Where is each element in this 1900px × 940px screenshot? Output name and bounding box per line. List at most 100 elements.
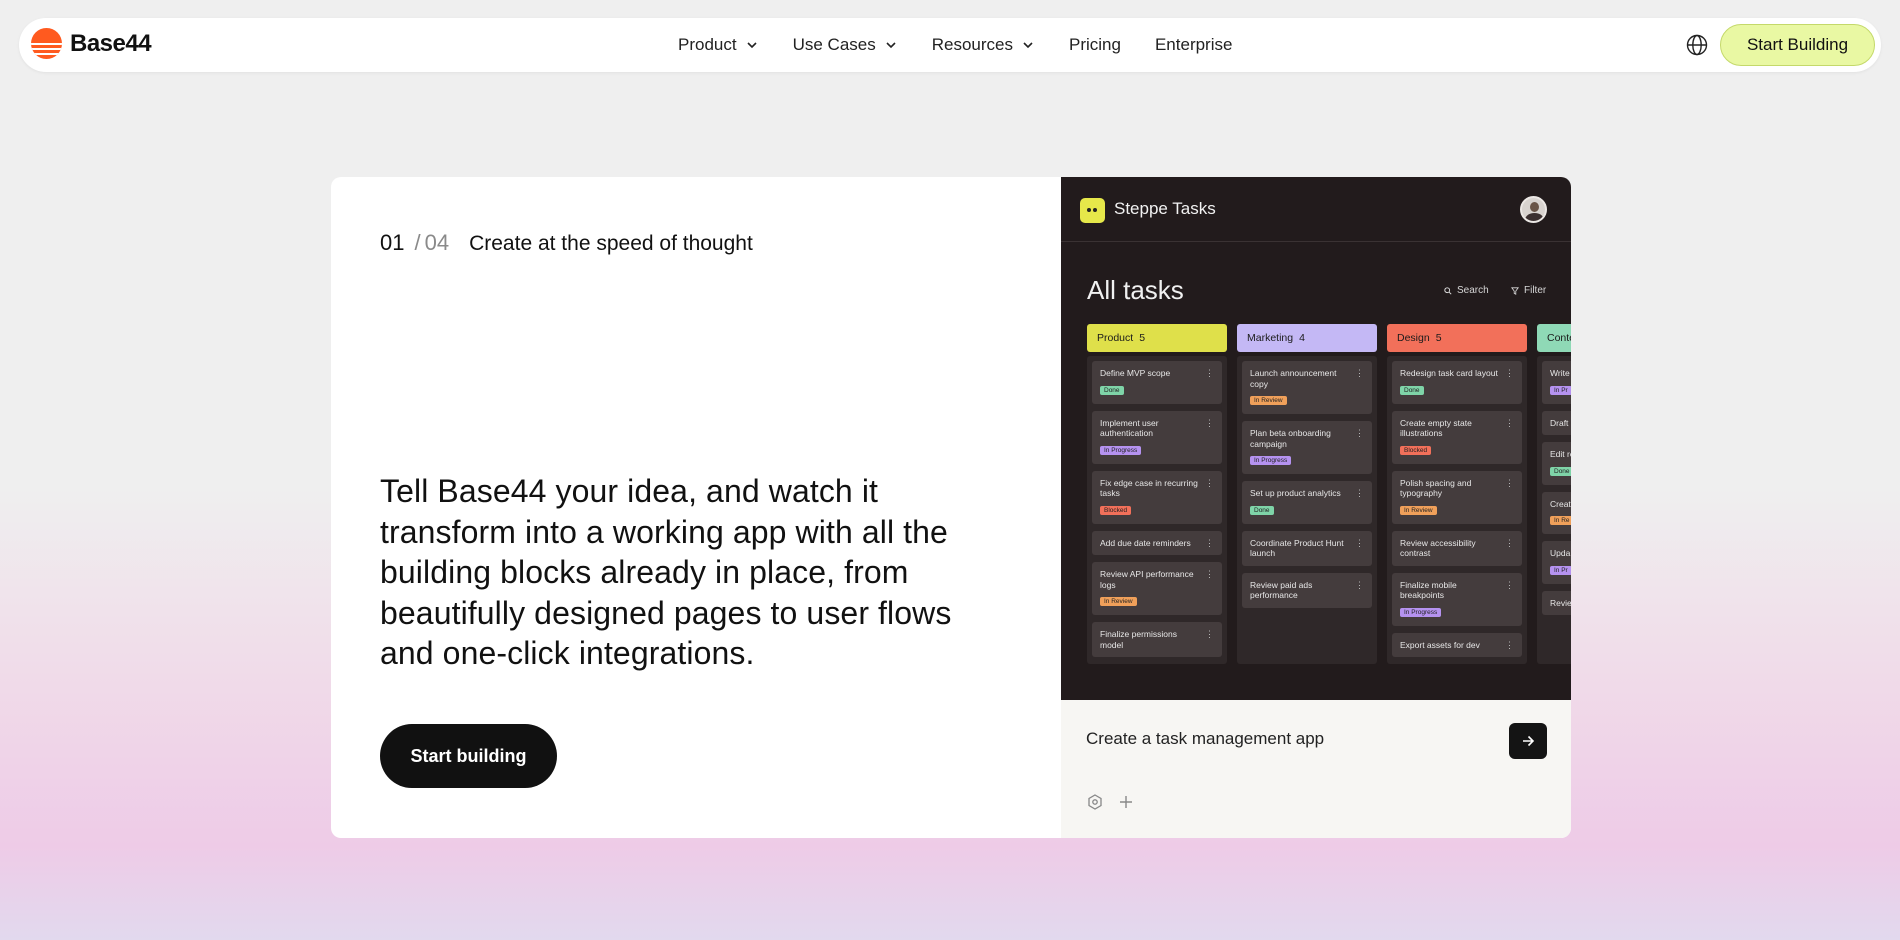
chevron-down-icon [886,42,896,49]
task-card[interactable]: Revie⋮ [1542,590,1571,615]
task-card[interactable]: Review paid ads performance ⋮ [1242,572,1372,608]
column-header[interactable]: Conte [1537,324,1571,352]
nav-enterprise[interactable]: Enterprise [1155,35,1232,55]
task-card[interactable]: Fix edge case in recurring tasks ⋮ Blocked [1092,470,1222,524]
status-badge: Blocked [1100,505,1132,515]
nav-resources[interactable]: Resources [932,35,1035,55]
more-vertical-icon[interactable]: ⋮ [1355,488,1364,498]
more-vertical-icon[interactable]: ⋮ [1205,629,1214,639]
step-total: 04 [424,230,450,255]
filter-button[interactable]: Filter [1511,285,1546,296]
task-card[interactable]: Coordinate Product Hunt launch ⋮ [1242,530,1372,566]
more-vertical-icon[interactable]: ⋮ [1205,418,1214,428]
status-badge: Done [1550,466,1571,476]
chevron-down-icon [1023,42,1033,49]
more-vertical-icon[interactable]: ⋮ [1505,368,1514,378]
task-card[interactable]: Set up product analytics ⋮ Done [1242,481,1372,524]
task-title: Review paid ads performance [1250,579,1313,601]
task-title: Redesign task card layout [1400,368,1498,378]
status-badge: In Progress [1250,456,1292,465]
task-card[interactable]: Define MVP scope ⋮ Done [1092,361,1222,404]
more-vertical-icon[interactable]: ⋮ [1355,538,1364,548]
arrow-right-icon [1523,735,1535,747]
task-title: Create empty state illustrations [1400,417,1472,439]
more-vertical-icon[interactable]: ⋮ [1205,478,1214,488]
start-building-nav-button[interactable]: Start Building [1720,24,1875,66]
task-card[interactable]: Draft⋮ [1542,410,1571,435]
send-button[interactable] [1509,723,1547,759]
task-title: Polish spacing and typography [1400,477,1472,499]
more-vertical-icon[interactable]: ⋮ [1505,538,1514,548]
more-vertical-icon[interactable]: ⋮ [1505,418,1514,428]
task-card[interactable]: Creat seque⋮In Re [1542,491,1571,534]
logo-text: Base44 [70,29,152,57]
task-card[interactable]: Finalize permissions model ⋮ [1092,622,1222,657]
more-vertical-icon[interactable]: ⋮ [1505,580,1514,590]
column-body: Redesign task card layout ⋮ Done Create emp… [1387,356,1527,664]
task-card[interactable]: Write⋮In Pr [1542,361,1571,404]
column-header[interactable]: Product 5 [1087,324,1227,352]
task-card[interactable]: Review accessibility contrast ⋮ [1392,530,1522,566]
more-vertical-icon[interactable]: ⋮ [1505,478,1514,488]
nav-resources-label: Resources [931,35,1013,54]
more-vertical-icon[interactable]: ⋮ [1205,368,1214,378]
task-card[interactable]: Add due date reminders ⋮ [1092,530,1222,555]
search-button[interactable]: Search [1444,285,1489,296]
task-title: Implement user authentication [1100,417,1159,439]
status-badge: In Re [1550,516,1571,525]
more-vertical-icon[interactable]: ⋮ [1505,640,1514,650]
task-card[interactable]: Finalize mobile breakpoints ⋮ In Progress [1392,572,1522,626]
task-card[interactable]: Upda⋮In Pr [1542,541,1571,584]
task-card[interactable]: Plan beta onboarding campaign ⋮ In Progres… [1242,421,1372,474]
task-card[interactable]: Implement user authentication ⋮ In Progres… [1092,410,1222,464]
more-vertical-icon[interactable]: ⋮ [1205,538,1214,548]
start-building-button[interactable]: Start building [380,724,557,788]
task-card[interactable]: Export assets for dev ⋮ [1392,632,1522,657]
nav-pricing[interactable]: Pricing [1069,35,1121,55]
column-name: Conte [1547,332,1571,344]
column-body: Define MVP scope ⋮ Done Implement user auth… [1087,356,1227,664]
avatar[interactable] [1520,196,1547,223]
more-vertical-icon[interactable]: ⋮ [1355,368,1364,378]
task-card[interactable]: Review API performance logs ⋮ In Review [1092,562,1222,615]
status-badge: Done [1250,505,1274,515]
logo[interactable]: Base44 [31,28,152,59]
more-vertical-icon[interactable]: ⋮ [1355,580,1364,590]
step-separator: / [414,230,421,255]
task-card[interactable]: Edit re⋮Done [1542,442,1571,485]
task-card[interactable]: Launch announcement copy ⋮ In Review [1242,361,1372,414]
task-card[interactable]: Create empty state illustrations ⋮ Blocked [1392,410,1522,464]
nav-product[interactable]: Product [678,35,759,55]
task-title: Define MVP scope [1100,368,1171,378]
logo-mark-icon [31,28,62,59]
chevron-down-icon [747,42,757,49]
prompt-input[interactable]: Create a task management app [1086,729,1324,749]
more-vertical-icon[interactable]: ⋮ [1205,569,1214,579]
task-title: Finalize mobile breakpoints [1400,579,1457,601]
column-header[interactable]: Design 5 [1387,324,1527,352]
task-card[interactable]: Redesign task card layout ⋮ Done [1392,361,1522,404]
task-title: Creat seque [1550,498,1571,509]
kanban-column: Marketing 4 Launch announcement copy ⋮ In Re… [1237,324,1377,664]
nav-pricing-label: Pricing [1069,35,1121,54]
app-logo-icon [1080,198,1105,223]
column-count: 4 [1299,332,1305,344]
more-vertical-icon[interactable]: ⋮ [1355,428,1364,438]
task-title: Add due date reminders [1100,537,1191,548]
plus-icon[interactable] [1117,793,1135,811]
hexagon-settings-icon[interactable] [1086,793,1104,811]
column-name: Marketing [1247,332,1294,344]
column-header[interactable]: Marketing 4 [1237,324,1377,352]
task-title: Revie [1550,597,1571,608]
status-badge: In Review [1250,396,1287,405]
filter-icon [1511,286,1519,295]
nav-enterprise-label: Enterprise [1154,35,1233,54]
task-title: Write [1550,368,1570,378]
globe-icon[interactable] [1685,33,1709,57]
task-app-preview: Steppe Tasks All tasks Search Filter Pro… [1061,177,1571,700]
status-badge: In Pr [1550,385,1571,395]
nav-use-cases[interactable]: Use Cases [793,35,898,55]
kanban-column: Conte Write⋮In Pr Draft⋮ Edit re⋮Done Creat … [1537,324,1571,664]
app-preview: Steppe Tasks All tasks Search Filter Pro… [1061,177,1571,838]
task-card[interactable]: Polish spacing and typography ⋮ In Review [1392,470,1522,524]
